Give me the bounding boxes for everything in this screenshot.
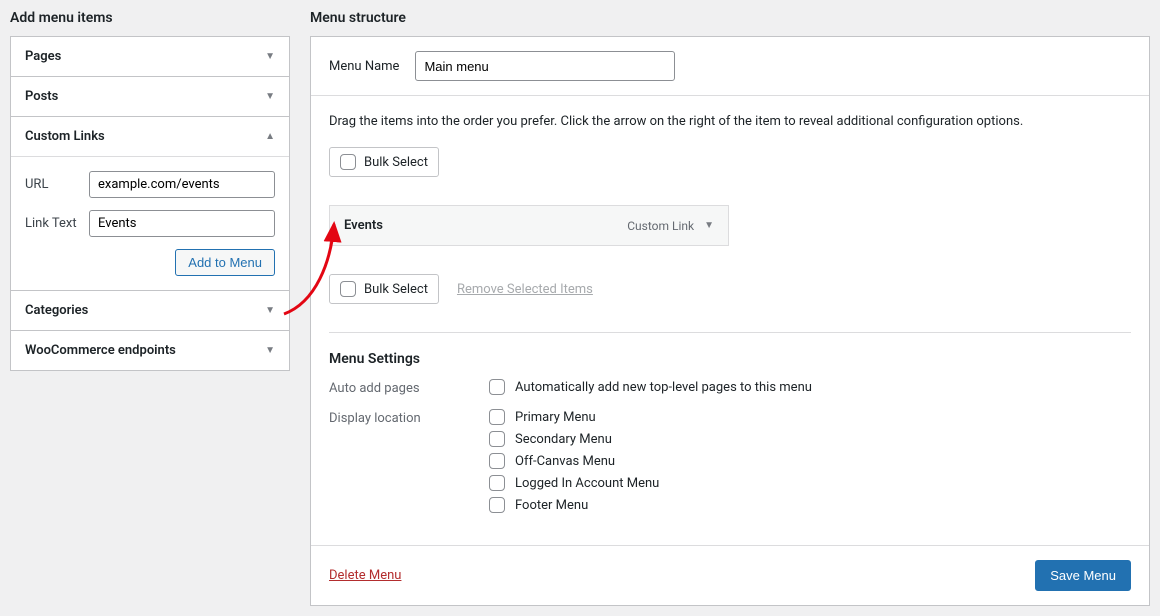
menu-item-type: Custom Link (627, 219, 694, 233)
custom-links-label: Custom Links (25, 129, 105, 144)
display-location-label: Display location (329, 409, 489, 426)
menu-name-input[interactable] (415, 51, 675, 81)
location-secondary[interactable]: Secondary Menu (489, 431, 1131, 447)
add-to-menu-button[interactable]: Add to Menu (175, 249, 275, 276)
bulk-select-label: Bulk Select (364, 155, 428, 170)
url-input[interactable] (89, 171, 275, 198)
bulk-select-label: Bulk Select (364, 282, 428, 297)
remove-selected-link: Remove Selected Items (457, 282, 593, 297)
location-label: Secondary Menu (515, 432, 612, 447)
menu-item-title: Events (344, 218, 627, 233)
menu-structure-heading: Menu structure (310, 10, 1150, 26)
save-menu-button[interactable]: Save Menu (1035, 560, 1131, 591)
checkbox-icon[interactable] (340, 281, 356, 297)
posts-section-header[interactable]: Posts ▼ (11, 77, 289, 116)
woocommerce-label: WooCommerce endpoints (25, 343, 176, 358)
checkbox-icon[interactable] (489, 497, 505, 513)
location-label: Primary Menu (515, 410, 596, 425)
pages-section-header[interactable]: Pages ▼ (11, 37, 289, 76)
categories-section-header[interactable]: Categories ▼ (11, 291, 289, 330)
link-text-input[interactable] (89, 210, 275, 237)
checkbox-icon[interactable] (340, 154, 356, 170)
posts-label: Posts (25, 89, 58, 104)
menu-settings-heading: Menu Settings (329, 351, 1131, 367)
chevron-down-icon: ▼ (265, 51, 275, 62)
auto-add-pages-label: Auto add pages (329, 379, 489, 396)
checkbox-icon[interactable] (489, 379, 505, 395)
bulk-select-bottom[interactable]: Bulk Select (329, 274, 439, 304)
url-label: URL (25, 177, 89, 192)
location-label: Logged In Account Menu (515, 476, 659, 491)
instructions-text: Drag the items into the order you prefer… (329, 114, 1131, 129)
menu-structure-panel: Menu Name Drag the items into the order … (310, 36, 1150, 606)
categories-label: Categories (25, 303, 88, 318)
chevron-down-icon: ▼ (265, 345, 275, 356)
checkbox-icon[interactable] (489, 431, 505, 447)
location-footer[interactable]: Footer Menu (489, 497, 1131, 513)
divider (329, 332, 1131, 333)
auto-add-option-label: Automatically add new top-level pages to… (515, 380, 812, 395)
checkbox-icon[interactable] (489, 475, 505, 491)
menu-item-events[interactable]: Events Custom Link ▼ (329, 205, 729, 246)
location-label: Footer Menu (515, 498, 588, 513)
custom-links-section-header[interactable]: Custom Links ▲ (11, 117, 289, 156)
bulk-select-top[interactable]: Bulk Select (329, 147, 439, 177)
location-loggedin[interactable]: Logged In Account Menu (489, 475, 1131, 491)
delete-menu-link[interactable]: Delete Menu (329, 568, 401, 583)
accordion: Pages ▼ Posts ▼ Custom Links ▲ URL (10, 36, 290, 371)
auto-add-option[interactable]: Automatically add new top-level pages to… (489, 379, 1131, 395)
location-offcanvas[interactable]: Off-Canvas Menu (489, 453, 1131, 469)
menu-name-label: Menu Name (329, 59, 399, 74)
link-text-label: Link Text (25, 216, 89, 231)
checkbox-icon[interactable] (489, 453, 505, 469)
location-primary[interactable]: Primary Menu (489, 409, 1131, 425)
add-menu-items-heading: Add menu items (10, 10, 290, 26)
chevron-down-icon: ▼ (265, 91, 275, 102)
checkbox-icon[interactable] (489, 409, 505, 425)
woocommerce-section-header[interactable]: WooCommerce endpoints ▼ (11, 331, 289, 370)
chevron-up-icon: ▲ (265, 131, 275, 142)
chevron-down-icon[interactable]: ▼ (704, 220, 714, 231)
location-label: Off-Canvas Menu (515, 454, 615, 469)
pages-label: Pages (25, 49, 61, 64)
chevron-down-icon: ▼ (265, 305, 275, 316)
